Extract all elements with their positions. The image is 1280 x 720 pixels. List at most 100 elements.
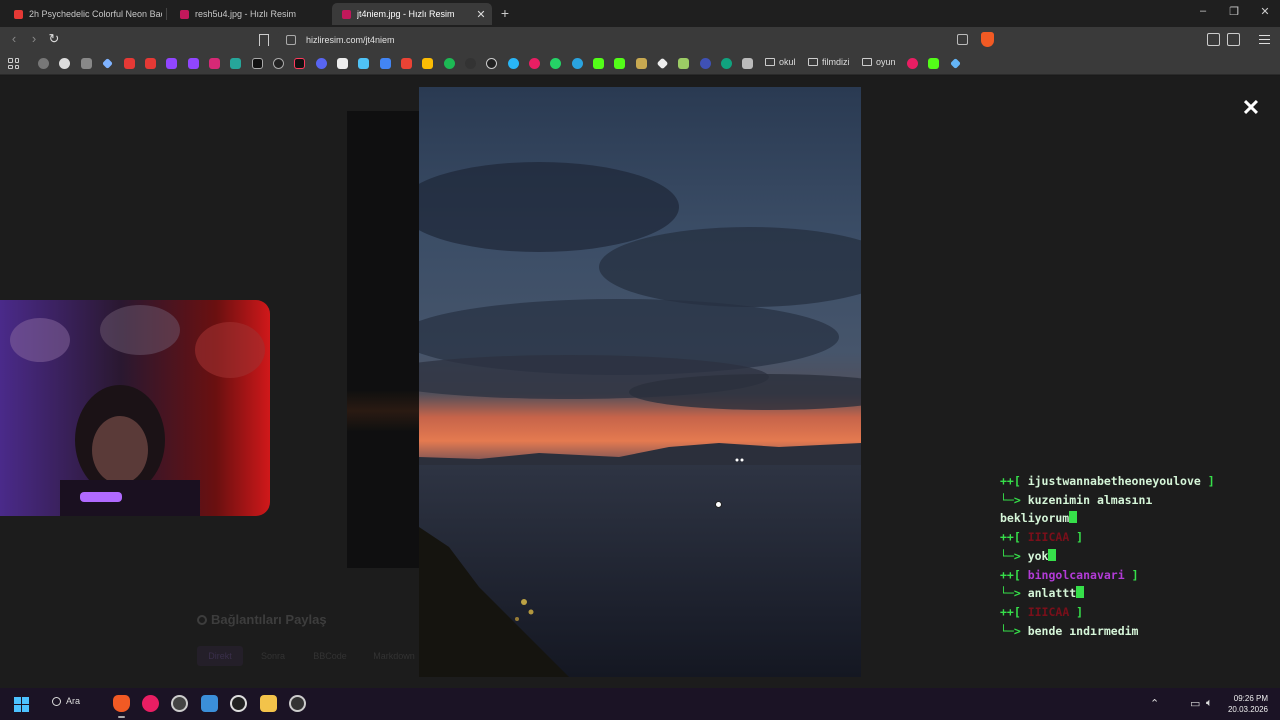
translate-icon[interactable]	[380, 58, 391, 69]
bookmark-site-icon[interactable]	[508, 58, 519, 69]
tab-1[interactable]: 2h Psychedelic Colorful Neon Backgr	[4, 3, 162, 25]
browser-toolbar: ‹ › ↻ hizliresim.com/jt4niem	[0, 27, 1280, 53]
gmail-icon[interactable]	[401, 58, 412, 69]
tab-3-active[interactable]: jt4niem.jpg - Hızlı Resim ✕	[332, 3, 492, 25]
taskbar-search[interactable]: Ara	[52, 696, 80, 706]
apps-grid-icon[interactable]	[8, 58, 19, 69]
chat-message: ++[ ijustwannabetheoneyoulove ]	[1000, 474, 1215, 488]
close-window-button[interactable]: ✕	[1250, 5, 1280, 18]
url-text: hizliresim.com/jt4niem	[306, 35, 395, 45]
sunset-photo	[419, 87, 861, 677]
bookmark-site-icon[interactable]	[907, 58, 918, 69]
twitch-icon[interactable]	[166, 58, 177, 69]
share-icon[interactable]	[957, 34, 968, 45]
photos-icon[interactable]	[201, 695, 218, 712]
extensions-icon[interactable]	[1207, 33, 1220, 46]
tiktok-icon[interactable]	[294, 58, 305, 69]
bookmarks-bar: okul filmdizi oyun	[0, 53, 1280, 75]
share-links-heading: Bağlantıları Paylaş	[197, 612, 327, 627]
bookmark-site-icon[interactable]	[358, 58, 369, 69]
back-button[interactable]: ‹	[6, 31, 22, 46]
address-bar[interactable]: hizliresim.com/jt4niem	[278, 30, 998, 50]
site-settings-icon[interactable]	[286, 35, 296, 45]
reload-button[interactable]: ↻	[46, 31, 62, 47]
youtube-icon[interactable]	[124, 58, 135, 69]
windows-taskbar: Ara ⌃ ▭ 🔈︎ 09:26 PM 20.03.2026	[0, 688, 1280, 720]
youtube-icon	[14, 9, 23, 19]
telegram-icon[interactable]	[572, 58, 583, 69]
google-icon[interactable]	[59, 58, 70, 69]
discord-icon[interactable]	[316, 58, 327, 69]
kick-icon[interactable]	[928, 58, 939, 69]
webcam-overlay	[0, 300, 270, 516]
start-button-icon[interactable]	[14, 697, 29, 712]
search-icon	[52, 696, 61, 706]
drive-icon[interactable]	[422, 58, 433, 69]
forward-button[interactable]: ›	[26, 31, 42, 46]
stream-chat-overlay: ++[ ijustwannabetheoneyoulove ] └─> kuze…	[1000, 472, 1272, 640]
threads-icon[interactable]	[273, 58, 284, 69]
history-icon[interactable]	[38, 58, 49, 69]
share-heading-text: Bağlantıları Paylaş	[211, 612, 327, 627]
spotify-icon[interactable]	[444, 58, 455, 69]
youtube-icon[interactable]	[145, 58, 156, 69]
bookmark-site-icon[interactable]	[81, 58, 92, 69]
whatsapp-icon[interactable]	[550, 58, 561, 69]
brave-browser-icon[interactable]	[113, 695, 130, 718]
system-clock[interactable]: 09:26 PM 20.03.2026	[1220, 693, 1268, 715]
menu-icon[interactable]	[1259, 35, 1270, 44]
bookmark-folder-filmdizi[interactable]: filmdizi	[808, 57, 850, 67]
bookmark-folder-oyun[interactable]: oyun	[862, 57, 896, 67]
kick-icon[interactable]	[593, 58, 604, 69]
chat-username: IIICAA	[1027, 604, 1070, 619]
share-tab-markdown[interactable]: Markdown	[364, 646, 424, 666]
kick-icon[interactable]	[614, 58, 625, 69]
chat-text: kuzenimin almasını	[1027, 492, 1153, 507]
share-tab-sonra[interactable]: Sonra	[250, 646, 296, 666]
mouse-cursor	[715, 501, 722, 508]
hizliresim-icon	[342, 9, 351, 19]
tray-chevron-icon[interactable]: ⌃	[1150, 697, 1159, 710]
bookmark-folder-okul[interactable]: okul	[765, 57, 796, 67]
streamer-webcam-feed	[0, 300, 270, 516]
page-content: Bağlantıları Paylaş Direkt Sonra BBCode …	[0, 76, 1280, 688]
brave-shields-icon[interactable]	[981, 32, 994, 47]
gemini-icon[interactable]	[102, 58, 113, 69]
minimize-button[interactable]: –	[1188, 5, 1218, 17]
capcut-icon[interactable]	[337, 58, 348, 69]
chat-username: ijustwannabetheoneyoulove	[1027, 474, 1201, 488]
media-player-icon[interactable]	[142, 695, 159, 712]
bookmark-site-icon[interactable]	[700, 58, 711, 69]
restore-button[interactable]: ❐	[1219, 5, 1249, 18]
chatgpt-icon[interactable]	[721, 58, 732, 69]
bookmark-site-icon[interactable]	[656, 57, 669, 70]
app-icon[interactable]	[171, 695, 188, 712]
close-lightbox-button[interactable]: ✕	[1240, 97, 1262, 119]
app-icon[interactable]	[230, 695, 247, 712]
chat-username: IIICAA	[1027, 530, 1070, 545]
bookmark-site-icon[interactable]	[742, 58, 753, 69]
bookmark-site-icon[interactable]	[678, 58, 689, 69]
wallet-icon[interactable]	[1227, 33, 1240, 46]
tab-strip: 2h Psychedelic Colorful Neon Backgr resh…	[0, 0, 1280, 27]
share-tab-direkt[interactable]: Direkt	[197, 646, 243, 666]
tab-2[interactable]: resh5u4.jpg - Hızlı Resim	[170, 3, 328, 25]
bookmark-icon[interactable]	[259, 34, 269, 46]
bookmark-site-icon[interactable]	[636, 58, 647, 69]
file-explorer-icon[interactable]	[260, 695, 277, 712]
bookmark-site-icon[interactable]	[950, 58, 961, 69]
volume-icon[interactable]: 🔈︎	[1206, 697, 1213, 710]
instagram-icon[interactable]	[209, 58, 220, 69]
x-twitter-icon[interactable]	[252, 58, 263, 69]
network-icon[interactable]: ▭	[1190, 697, 1200, 710]
bookmark-site-icon[interactable]	[465, 58, 476, 69]
twitch-icon[interactable]	[188, 58, 199, 69]
bookmark-site-icon[interactable]	[529, 58, 540, 69]
new-tab-button[interactable]: +	[498, 4, 512, 22]
github-icon[interactable]	[486, 58, 497, 69]
app-icon[interactable]	[289, 695, 306, 712]
chat-text: bende ındırmedim	[1027, 623, 1139, 638]
tab-close-icon[interactable]: ✕	[474, 8, 488, 21]
bookmark-site-icon[interactable]	[230, 58, 241, 69]
share-tab-bbcode[interactable]: BBCode	[303, 646, 357, 666]
